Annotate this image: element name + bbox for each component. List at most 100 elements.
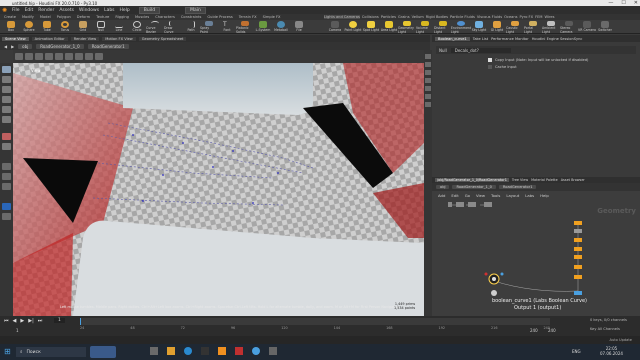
shelf-tab[interactable]: FEM [535,15,542,19]
tab-animation-editor[interactable]: Animation Editor [31,36,68,41]
tool-portal-light[interactable]: Portal Light [524,20,542,34]
shelf-tab[interactable]: Collisions [362,15,379,19]
tool-switcher[interactable]: Switcher [596,20,614,34]
shelf-tab[interactable]: Vellum [412,15,424,19]
edges-select-icon[interactable] [2,173,11,180]
playhead[interactable] [80,318,81,325]
task-view-icon[interactable] [150,347,158,355]
file-explorer-icon[interactable] [167,347,175,355]
shelf-tab[interactable]: Pyro FX [520,15,534,19]
back-arrow-icon[interactable]: ◀ [4,44,7,49]
desktop-select[interactable]: Build [138,6,161,14]
tab-tree-view[interactable]: Tree View [512,178,528,182]
shelf-tab[interactable]: Terrain FX [237,15,259,19]
tab-scene-view[interactable]: Scene View [2,36,29,41]
tab-motion-fx[interactable]: Motion FX View [102,36,136,41]
shelf-tab[interactable]: Particle Fluids [450,15,475,19]
key-all-channels[interactable]: Key All Channels [590,327,620,331]
tool-spray-paint[interactable]: Spray Paint [200,20,218,34]
move-tool-icon[interactable] [2,76,11,83]
shelf-tab[interactable]: Rigging [113,15,131,19]
widget-image-icon[interactable] [90,346,116,358]
chrome-icon[interactable] [252,347,260,355]
tab-render-view[interactable]: Render View [70,36,100,41]
tab-asset-browser[interactable]: Asset Browser [561,178,585,182]
shelf-tab[interactable]: Modify [20,15,36,19]
tool-box[interactable]: Box [2,20,20,34]
prims-select-icon[interactable] [2,183,11,190]
taskbar-search[interactable]: ⌕ Поиск [16,347,86,357]
tool-metaball[interactable]: Metaball [272,20,290,34]
tool-gi-light[interactable]: GI Light [488,20,506,34]
tool-distant-light[interactable]: Distant Light [434,20,452,34]
network-editor[interactable]: obj RoadGenerator_1_0 RoadGenerator1 Add… [432,183,640,318]
current-frame-field[interactable]: 1 [54,318,65,323]
tool-path[interactable]: Path [182,20,200,34]
shelf-tab[interactable]: Polygon [55,15,73,19]
tool-area-light[interactable]: Area Light [380,20,398,34]
selection-mask-icon[interactable] [2,213,11,220]
tool-vr-camera[interactable]: VR Camera [578,20,596,34]
step-back-icon[interactable]: ◀ [13,318,17,324]
tool-lsystem[interactable]: L-System [254,20,272,34]
menu-render[interactable]: Render [38,8,54,13]
tool-curve[interactable]: Curve Bezier [146,20,164,34]
shelf-tab[interactable]: Grains [398,15,410,19]
breadcrumb-obj[interactable]: obj [18,43,33,49]
breadcrumb-node[interactable]: RoadGenerator_1_0 [36,43,84,49]
menu-edit[interactable]: Edit [25,8,34,13]
tool-platonic[interactable]: Platonic Solids [236,20,254,34]
tool-circle[interactable]: Circle [128,20,146,34]
windows-start-icon[interactable]: ⊞ [4,347,11,356]
tool-point-light[interactable]: Point Light [344,20,362,34]
shelf-tab[interactable]: Characters [153,15,177,19]
tool-sky-light[interactable]: Sky Light [470,20,488,34]
handle-tool-icon[interactable] [2,106,11,113]
menu-file[interactable]: File [12,8,20,13]
auto-update-select[interactable]: Auto Update [609,338,632,342]
tool-torus[interactable]: Torus [56,20,74,34]
houdini-app-icon[interactable] [218,347,226,355]
taskbar-search-input[interactable]: Поиск [27,350,41,355]
breadcrumb-node2[interactable]: RoadGenerator1 [87,43,129,49]
range-end-global[interactable]: 240 [548,328,556,333]
tool-font[interactable]: T Font [218,20,236,34]
tab-boolean-curve[interactable]: Boolean_curve1 [435,36,470,41]
menu-labs[interactable]: Labs [104,8,114,13]
unreal-engine-icon[interactable] [201,347,209,355]
language-indicator[interactable]: ENG [572,349,581,354]
system-clock[interactable]: 22:05 07.06.2024 [600,346,623,356]
timeline-scrubber[interactable] [80,318,550,325]
viewport-scene[interactable] [13,63,424,316]
edge-browser-icon[interactable] [184,347,192,355]
tool-stereo-camera[interactable]: Stereo Camera [560,20,578,34]
settings-icon[interactable] [269,347,277,355]
tab-engine-sessionsync[interactable]: Houdini Engine SessionSync [532,37,583,41]
tool-caustic-light[interactable]: Caustic Light [506,20,524,34]
snap-tool-icon[interactable] [2,143,11,150]
tool-geometry-light[interactable]: Geometry Light [398,20,416,34]
shelf-tab[interactable]: Wires [545,15,555,19]
tool-spot-light[interactable]: Spot Light [362,20,380,34]
forward-arrow-icon[interactable]: ▶ [11,44,14,49]
tool-file[interactable]: File [290,20,308,34]
shelf-tab[interactable]: Oceans [504,15,517,19]
tool-tube[interactable]: Tube [38,20,56,34]
tool-ambient-light[interactable]: Ambient Light [542,20,560,34]
node-name-field[interactable]: Decals_dot? [450,47,511,53]
view-camera-icon[interactable]: ⛶ [19,68,22,73]
menu-windows[interactable]: Windows [79,8,99,13]
range-end[interactable]: 240 [530,328,538,333]
menu-assets[interactable]: Assets [59,8,74,13]
shelf-tab[interactable]: Lights and Cameras [324,15,360,19]
tool-null[interactable]: Null [92,20,110,34]
app-icon[interactable] [235,347,243,355]
rotate-tool-icon[interactable] [2,86,11,93]
first-frame-icon[interactable]: ⏮ [4,318,9,324]
tab-take-list[interactable]: Take List [473,37,488,41]
tool-draw-curve[interactable]: Draw Curve [164,20,182,34]
shelf-tab[interactable]: Rigid Bodies [426,15,448,19]
object-mode-icon[interactable] [2,203,11,210]
step-forward-icon[interactable]: ▶| [28,318,34,324]
range-start[interactable]: 1 [16,328,19,333]
